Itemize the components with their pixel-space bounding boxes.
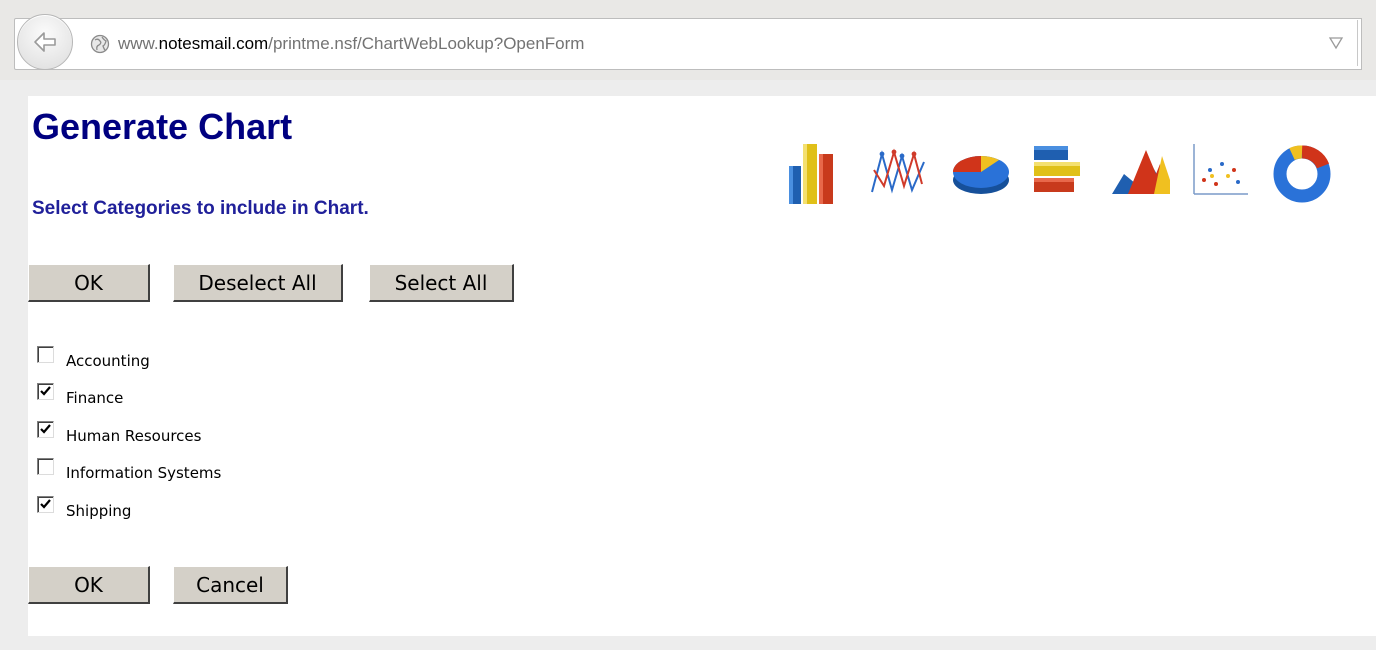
category-label: Shipping [66,502,132,520]
checkbox-shipping[interactable] [37,496,54,513]
chevron-down-icon[interactable] [1328,36,1344,50]
url-path: /printme.nsf/ChartWebLookup?OpenForm [268,34,585,53]
scatter-chart-icon[interactable] [1188,140,1252,200]
checkbox-information-systems[interactable] [37,458,54,475]
cancel-button[interactable]: Cancel [173,566,288,604]
donut-chart-icon[interactable] [1270,140,1334,204]
area-chart-icon[interactable] [1108,140,1172,200]
category-label: Finance [66,389,124,407]
toolbar-divider [1357,20,1358,66]
checkmark-icon [40,424,51,434]
address-url[interactable]: www.notesmail.com/printme.nsf/ChartWebLo… [118,34,584,54]
bar-chart-icon[interactable] [785,140,841,206]
url-prefix: www. [118,34,159,53]
deselect-all-button[interactable]: Deselect All [173,264,343,302]
page-title: Generate Chart [32,106,293,147]
pie-chart-icon[interactable] [947,140,1015,200]
ok-button-top[interactable]: OK [28,264,150,302]
globe-icon [90,34,110,54]
category-label: Human Resources [66,427,202,445]
category-human-resources[interactable]: Human Resources [37,419,202,445]
category-label: Information Systems [66,464,222,482]
select-all-button[interactable]: Select All [369,264,514,302]
horizontal-bar-chart-icon[interactable] [1030,140,1088,200]
category-information-systems[interactable]: Information Systems [37,456,222,482]
page-subtitle: Select Categories to include in Chart. [32,198,369,219]
checkbox-human-resources[interactable] [37,421,54,438]
page-content [28,96,1376,636]
category-shipping[interactable]: Shipping [37,494,132,520]
back-arrow-icon [34,32,56,52]
back-button[interactable] [17,14,73,70]
category-label: Accounting [66,352,150,370]
category-accounting[interactable]: Accounting [37,344,150,370]
line-chart-icon[interactable] [868,140,928,200]
category-finance[interactable]: Finance [37,381,124,407]
ok-button-bottom[interactable]: OK [28,566,150,604]
checkmark-icon [40,386,51,396]
checkbox-accounting[interactable] [37,346,54,363]
checkbox-finance[interactable] [37,383,54,400]
url-host: notesmail.com [158,34,269,53]
checkmark-icon [40,499,51,509]
